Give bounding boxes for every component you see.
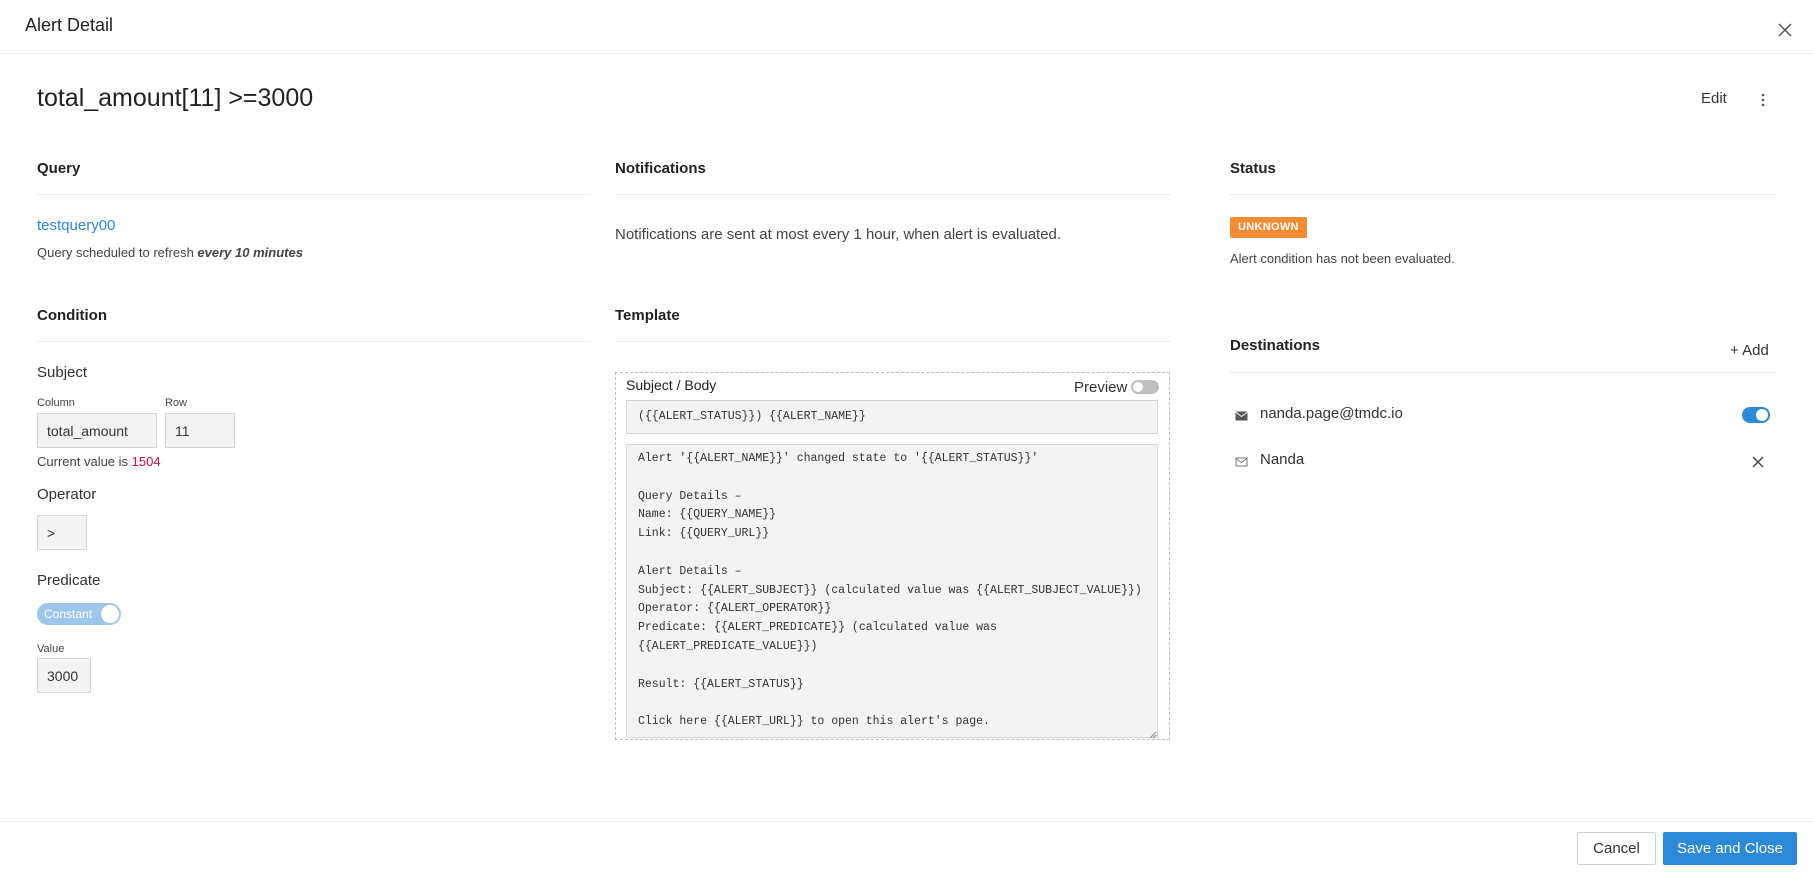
operator-select[interactable]: > — [37, 515, 87, 550]
preview-toggle[interactable] — [1131, 380, 1159, 394]
row-input[interactable]: 11 — [165, 413, 235, 448]
envelope-icon — [1235, 409, 1248, 421]
toggle-knob — [1133, 382, 1143, 392]
template-subject-input[interactable]: ({{ALERT_STATUS}}) {{ALERT_NAME}} — [626, 400, 1158, 434]
divider — [1230, 372, 1776, 373]
column-select[interactable]: total_amount — [37, 413, 157, 448]
destinations-heading: Destinations — [1230, 337, 1321, 354]
remove-destination-icon[interactable] — [1752, 455, 1764, 468]
template-box-label: Subject / Body — [626, 377, 717, 393]
resize-handle-icon[interactable] — [1149, 726, 1157, 739]
status-text: Alert condition has not been evaluated. — [1230, 251, 1455, 266]
query-link[interactable]: testquery00 — [37, 217, 115, 234]
predicate-value-input[interactable]: 3000 — [37, 658, 91, 693]
modal-header: Alert Detail — [0, 0, 1813, 54]
notifications-heading: Notifications — [615, 160, 706, 177]
divider — [615, 341, 1170, 342]
row-label: Row — [165, 397, 188, 409]
save-and-close-button[interactable]: Save and Close — [1663, 832, 1797, 865]
current-value-prefix: Current value is — [37, 454, 132, 469]
add-destination-button[interactable]: + Add — [1730, 342, 1769, 359]
destination-enabled-toggle[interactable] — [1742, 407, 1770, 423]
value-label: Value — [37, 643, 65, 655]
edit-button[interactable]: Edit — [1701, 90, 1727, 107]
subject-title: Subject — [37, 364, 88, 381]
divider — [37, 194, 591, 195]
divider — [1230, 194, 1776, 195]
operator-title: Operator — [37, 486, 97, 503]
destination-row: Nanda — [1230, 450, 1776, 474]
query-schedule-value: every 10 minutes — [197, 245, 303, 260]
status-heading: Status — [1230, 160, 1276, 177]
condition-heading: Condition — [37, 307, 107, 324]
alert-title: total_amount[11] >=3000 — [37, 84, 314, 112]
status-badge: UNKNOWN — [1230, 217, 1307, 238]
destination-row: nanda.page@tmdc.io — [1230, 404, 1776, 428]
current-value: Current value is 1504 — [37, 454, 161, 469]
more-options-icon[interactable] — [1758, 90, 1768, 110]
modal-title: Alert Detail — [25, 15, 114, 35]
divider — [37, 341, 591, 342]
preview-label: Preview — [1074, 379, 1128, 396]
current-value-number: 1504 — [131, 454, 161, 469]
cancel-button[interactable]: Cancel — [1577, 832, 1656, 865]
toggle-knob — [1756, 409, 1768, 421]
predicate-constant-toggle[interactable]: Constant — [37, 603, 121, 625]
predicate-toggle-label: Constant — [44, 607, 93, 621]
query-heading: Query — [37, 160, 81, 177]
destination-name: Nanda — [1260, 451, 1305, 468]
query-schedule: Query scheduled to refresh every 10 minu… — [37, 245, 303, 260]
destination-name: nanda.page@tmdc.io — [1260, 405, 1403, 422]
template-heading: Template — [615, 307, 680, 324]
column-label: Column — [37, 397, 75, 409]
close-icon[interactable] — [1777, 22, 1793, 38]
toggle-knob — [101, 605, 119, 623]
template-editor: Subject / Body Preview ({{ALERT_STATUS}}… — [615, 372, 1170, 740]
notifications-text: Notifications are sent at most every 1 h… — [615, 226, 1062, 243]
divider — [615, 194, 1170, 195]
query-schedule-prefix: Query scheduled to refresh — [37, 245, 198, 260]
template-body-textarea[interactable]: Alert '{{ALERT_NAME}}' changed state to … — [626, 444, 1158, 738]
modal-footer — [0, 821, 1813, 874]
envelope-outline-icon — [1235, 455, 1248, 467]
predicate-title: Predicate — [37, 572, 101, 589]
